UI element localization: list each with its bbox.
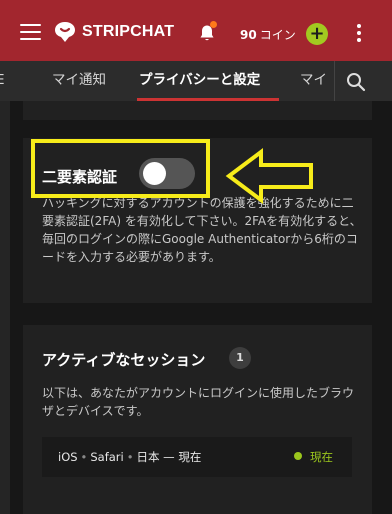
tab-privacy-settings[interactable]: プライバシーと設定	[139, 61, 260, 101]
status-dot	[294, 452, 302, 460]
coin-balance[interactable]: 90 コイン	[240, 26, 296, 43]
search-button[interactable]	[335, 61, 392, 101]
annotation-highlight-box	[31, 139, 210, 198]
brand-logo[interactable]: STRIPCHAT	[53, 20, 174, 44]
session-row: iOS • Safari • 日本 — 現在 現在	[42, 437, 352, 477]
coin-count: 90	[240, 28, 257, 42]
buy-coins-button[interactable]: +	[306, 23, 328, 45]
sessions-title: アクティブなセッション	[42, 351, 206, 369]
tab-partial-left[interactable]: E	[0, 61, 5, 101]
left-arrow-icon	[225, 148, 313, 204]
coin-unit: コイン	[259, 28, 296, 42]
session-location-time: 日本 — 現在	[136, 450, 202, 464]
brand-name: STRIPCHAT	[82, 23, 175, 40]
more-vert-icon[interactable]	[356, 24, 362, 42]
sessions-count-badge: 1	[229, 347, 251, 369]
session-os: iOS	[58, 450, 78, 464]
session-status-label: 現在	[310, 450, 333, 464]
plus-icon: +	[309, 23, 325, 44]
logo-icon	[55, 22, 75, 42]
scroll-gutter	[0, 101, 10, 514]
session-status: 現在	[294, 449, 333, 465]
search-icon	[347, 73, 366, 92]
notification-badge	[210, 21, 217, 28]
tab-my-notifications[interactable]: マイ通知	[52, 61, 106, 101]
sessions-description: 以下は、あなたがアカウントにログインに使用したブラウザとデバイスです。	[42, 386, 355, 418]
session-info: iOS • Safari • 日本 — 現在	[58, 450, 202, 464]
menu-icon[interactable]	[20, 24, 41, 40]
top-header: STRIPCHAT 90 コイン +	[0, 0, 392, 61]
tab-my-partial[interactable]: マイ	[300, 61, 327, 101]
settings-tabs: E マイ通知 プライバシーと設定 マイ	[0, 61, 392, 101]
previous-card	[23, 101, 372, 120]
session-browser: Safari	[90, 450, 124, 464]
two-factor-description: ハッキングに対するアカウントの保護を強化するために二要素認証(2FA) を有効化…	[42, 196, 362, 264]
